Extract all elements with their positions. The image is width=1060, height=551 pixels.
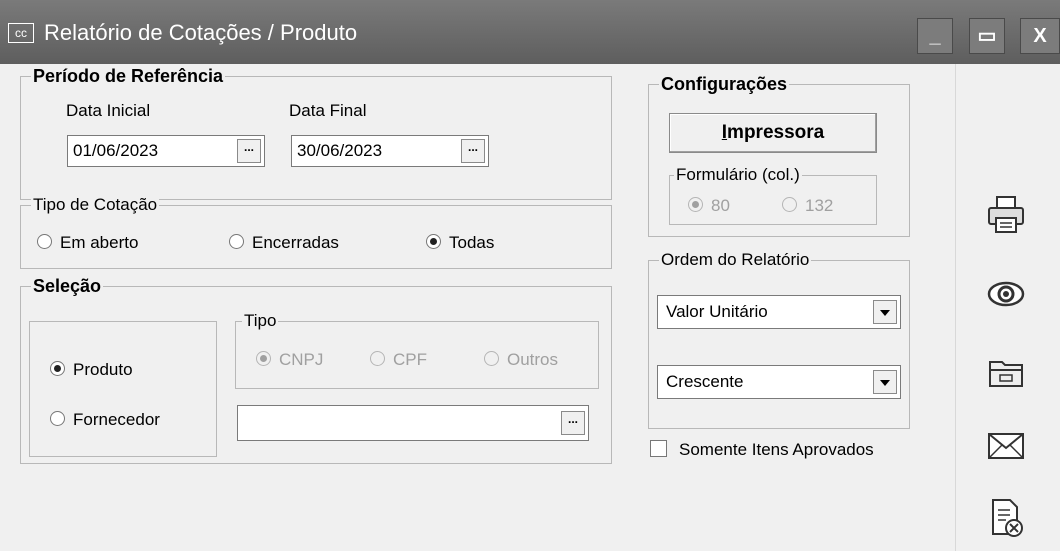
action-toolbar [955,64,1060,551]
selecao-search-field[interactable]: ... [237,405,589,441]
data-inicial-field[interactable]: 01/06/2023 ... [67,135,265,167]
ordem-direction-select[interactable]: Crescente [657,365,901,399]
radio-encerradas[interactable]: Encerradas [229,233,339,253]
radio-outros-label: Outros [507,350,559,369]
radio-132-label: 132 [805,196,834,215]
radio-em-aberto[interactable]: Em aberto [37,233,138,253]
data-final-label: Data Final [289,101,367,120]
radio-em-aberto-label: Em aberto [60,233,139,252]
radio-80[interactable]: 80 [688,196,730,216]
radio-todas[interactable]: Todas [426,233,494,253]
eye-icon[interactable] [984,272,1028,316]
radio-dot-icon [37,234,52,249]
chevron-down-icon[interactable] [873,300,897,324]
data-final-value: 30/06/2023 [297,141,383,160]
tipo-cotacao-legend: Tipo de Cotação [31,195,160,215]
ellipsis-icon: ... [467,140,478,154]
formulario-legend: Formulário (col.) [674,165,802,185]
tipo-cotacao-group: Tipo de Cotação Em aberto Encerradas Tod… [20,195,612,269]
radio-dot-icon [370,351,385,366]
radio-fornecedor-label: Fornecedor [73,410,160,429]
radio-cnpj[interactable]: CNPJ [256,350,323,370]
radio-produto-label: Produto [73,360,133,379]
configuracoes-legend: Configurações [659,74,790,94]
radio-cpf[interactable]: CPF [370,350,427,370]
impressora-button-label: Impressora [721,122,825,143]
somente-aprovados-label: Somente Itens Aprovados [679,440,874,459]
radio-132[interactable]: 132 [782,196,833,216]
radio-cpf-label: CPF [393,350,427,369]
ordem-legend: Ordem do Relatório [659,250,812,270]
radio-cnpj-label: CNPJ [279,350,324,369]
impressora-button[interactable]: Impressora [669,113,877,153]
minimize-icon: _ [929,25,941,47]
document-close-icon[interactable] [984,496,1028,540]
ellipsis-icon: ... [567,412,578,426]
tipo-doc-legend: Tipo [242,311,279,331]
envelope-icon[interactable] [984,424,1028,468]
maximize-icon: ▭ [977,25,997,47]
selecao-search-button[interactable]: ... [561,411,585,435]
radio-todas-label: Todas [449,233,495,252]
radio-dot-selected-icon [426,234,441,249]
app-icon: cc [8,23,34,43]
title-bar: cc Relatório de Cotações / Produto _ ▭ X [0,0,1060,64]
ordem-direction-value: Crescente [666,372,744,391]
radio-fornecedor[interactable]: Fornecedor [50,410,160,430]
selecao-target-box: Produto Fornecedor [29,321,217,457]
printer-icon[interactable] [984,192,1028,236]
main-panel: Período de Referência Data Inicial 01/06… [0,64,955,551]
radio-dot-selected-icon [50,361,65,376]
ordem-field-select[interactable]: Valor Unitário [657,295,901,329]
close-icon: X [1033,25,1047,47]
radio-dot-icon [782,197,797,212]
chevron-down-icon[interactable] [873,370,897,394]
radio-dot-icon [50,411,65,426]
maximize-button[interactable]: ▭ [969,18,1005,54]
radio-dot-selected-icon [256,351,271,366]
somente-aprovados-checkbox[interactable]: Somente Itens Aprovados [650,440,874,460]
folder-icon[interactable] [984,350,1028,394]
minimize-button[interactable]: _ [917,18,953,54]
close-button[interactable]: X [1020,18,1060,54]
configuracoes-group: Configurações Impressora Formulário (col… [648,74,910,237]
checkbox-icon [650,440,667,457]
ordem-field-value: Valor Unitário [666,302,768,321]
data-inicial-label: Data Inicial [66,101,151,120]
radio-outros[interactable]: Outros [484,350,558,370]
radio-dot-selected-icon [688,197,703,212]
ellipsis-icon: ... [243,140,254,154]
data-inicial-value: 01/06/2023 [73,141,159,160]
periodo-legend: Período de Referência [31,66,226,86]
data-final-field[interactable]: 30/06/2023 ... [291,135,489,167]
ordem-group: Ordem do Relatório Valor Unitário Cresce… [648,250,910,429]
radio-80-label: 80 [711,196,730,215]
tipo-doc-group: Tipo CNPJ CPF Outros [235,311,599,389]
radio-produto[interactable]: Produto [50,360,133,380]
window-title: Relatório de Cotações / Produto [44,20,358,45]
radio-dot-icon [229,234,244,249]
selecao-group: Seleção Produto Fornecedor Tipo CNPJ CPF… [20,276,612,464]
periodo-group: Período de Referência Data Inicial 01/06… [20,66,612,200]
data-final-picker-button[interactable]: ... [461,139,485,163]
radio-dot-icon [484,351,499,366]
data-inicial-picker-button[interactable]: ... [237,139,261,163]
formulario-group: Formulário (col.) 80 132 [669,165,877,225]
radio-encerradas-label: Encerradas [252,233,339,252]
selecao-legend: Seleção [31,276,104,296]
